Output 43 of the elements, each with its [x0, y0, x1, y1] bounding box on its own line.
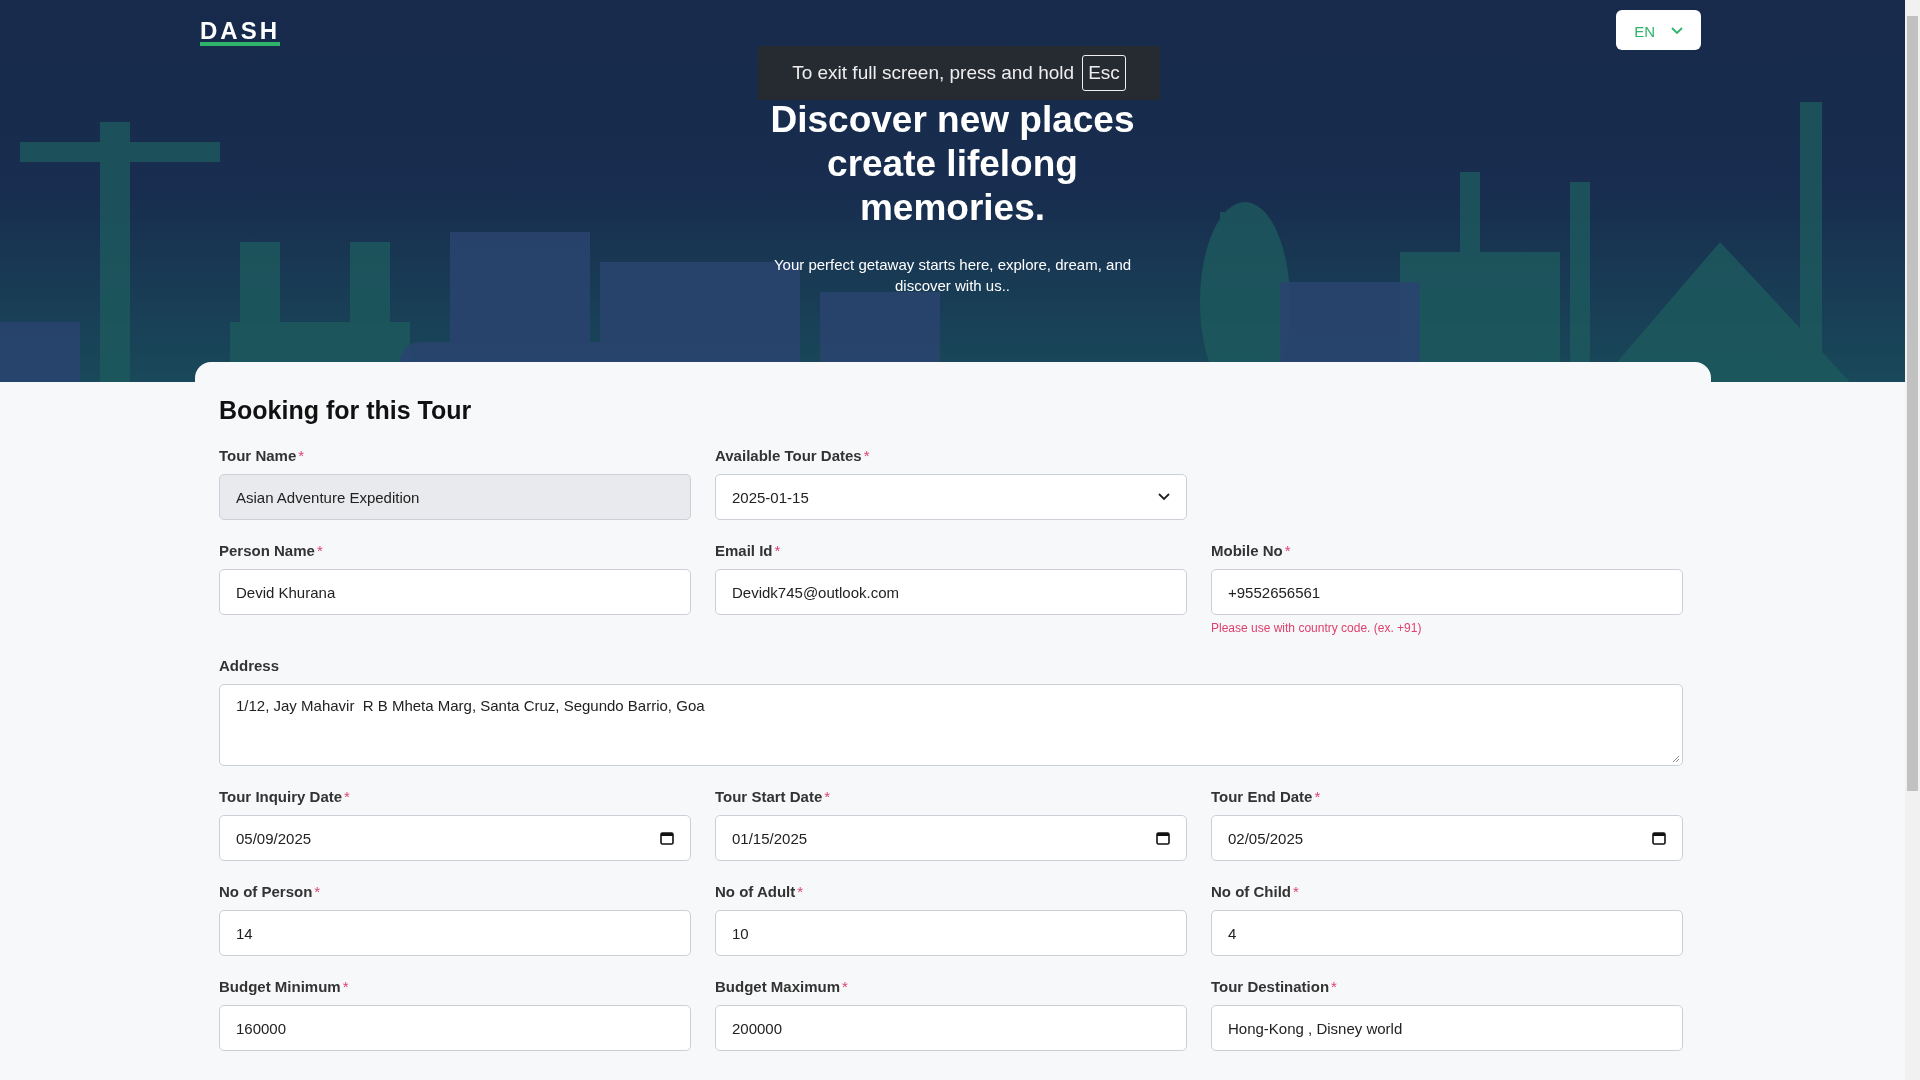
- field-label: Mobile No*: [1211, 542, 1292, 560]
- logo[interactable]: DASH: [200, 20, 280, 46]
- field-label: Tour Destination*: [1211, 978, 1338, 996]
- input-field[interactable]: Hong-Kong , Disney world: [1211, 1005, 1683, 1051]
- scrollbar[interactable]: [1905, 0, 1920, 1080]
- input-field[interactable]: Devidk745@outlook.com: [715, 569, 1187, 615]
- notice-text: To exit full screen, press and hold: [792, 62, 1075, 84]
- key-hint: Esc: [1082, 55, 1126, 91]
- input-field[interactable]: 200000: [715, 1005, 1187, 1051]
- field-label: Person Name*: [219, 542, 324, 560]
- field-label: Address: [219, 657, 281, 675]
- resize-handle-icon: [1672, 755, 1680, 763]
- field-label: Tour Start Date*: [715, 788, 832, 806]
- field-label: Available Tour Dates*: [715, 447, 871, 465]
- input-field[interactable]: 160000: [219, 1005, 691, 1051]
- form-title: Booking for this Tour: [219, 396, 473, 425]
- input-field[interactable]: 4: [1211, 910, 1683, 956]
- input-field[interactable]: Devid Khurana: [219, 569, 691, 615]
- date-field[interactable]: 01/15/2025: [715, 815, 1187, 861]
- field-label: Tour Inquiry Date*: [219, 788, 351, 806]
- hero-title: Discover new places create lifelong memories.: [769, 98, 1136, 230]
- hero-subtitle: Your perfect getaway starts here, explore, dream, and discover with us..: [772, 255, 1133, 296]
- field-label: No of Adult*: [715, 883, 805, 901]
- address-field[interactable]: 1/12, Jay Mahavir R B Mheta Marg, Santa Cruz, Segundo Barrio, Goa: [219, 684, 1683, 766]
- calendar-icon: [1652, 831, 1666, 845]
- field-label: Tour End Date*: [1211, 788, 1322, 806]
- chevron-down-icon: [1158, 493, 1170, 501]
- field-label: No of Child*: [1211, 883, 1300, 901]
- calendar-icon: [660, 831, 674, 845]
- input-field[interactable]: 14: [219, 910, 691, 956]
- field-label: No of Person*: [219, 883, 322, 901]
- date-field[interactable]: 05/09/2025: [219, 815, 691, 861]
- field-label: Tour Name*: [219, 447, 306, 465]
- field-label: Budget Maximum*: [715, 978, 849, 996]
- input-field[interactable]: 10: [715, 910, 1187, 956]
- chevron-down-icon: [1671, 27, 1683, 35]
- hint-text: Please use with country code. (ex. +91): [1211, 621, 1423, 635]
- field-label: Email Id*: [715, 542, 782, 560]
- calendar-icon: [1156, 831, 1170, 845]
- date-select[interactable]: 2025-01-15: [715, 474, 1187, 520]
- input-field[interactable]: +9552656561: [1211, 569, 1683, 615]
- date-field[interactable]: 02/05/2025: [1211, 815, 1683, 861]
- field-label: Budget Minimum*: [219, 978, 350, 996]
